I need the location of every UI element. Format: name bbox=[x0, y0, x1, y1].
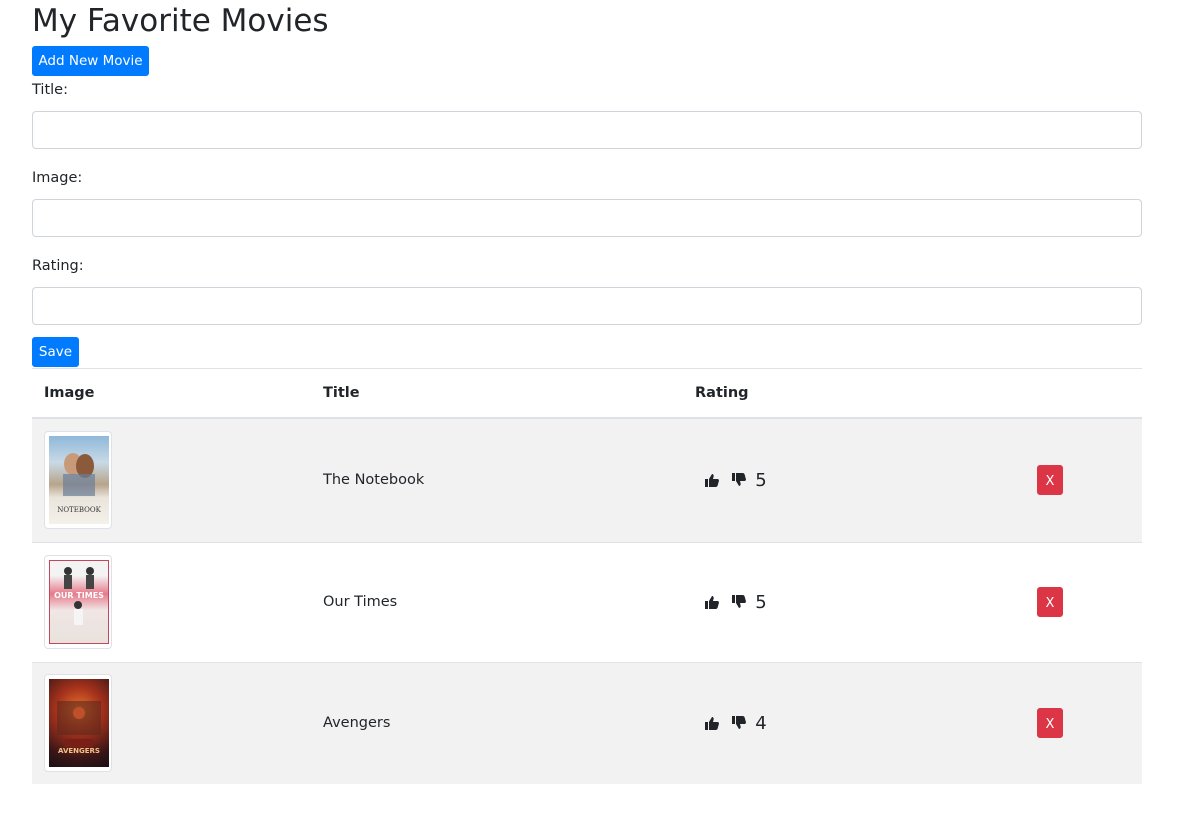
rating-label: Rating: bbox=[32, 258, 84, 274]
poster-caption: OUR TIMES bbox=[54, 591, 104, 600]
page-title: My Favorite Movies bbox=[32, 3, 329, 39]
save-wrap: Save bbox=[32, 337, 1142, 367]
rating-cell: 4 bbox=[683, 662, 993, 784]
title-input[interactable] bbox=[32, 111, 1142, 149]
thumbs-down-icon[interactable] bbox=[731, 715, 747, 731]
rating-value: 4 bbox=[755, 712, 767, 734]
title-form-group: Title: bbox=[32, 81, 1142, 149]
title-cell: Avengers bbox=[323, 715, 391, 732]
rating-cell: 5 bbox=[683, 418, 993, 542]
delete-button[interactable]: X bbox=[1037, 708, 1063, 739]
thumbs-up-icon[interactable] bbox=[704, 472, 720, 488]
rating-value: 5 bbox=[755, 591, 767, 613]
rating-value: 5 bbox=[755, 469, 767, 491]
image-form-group: Image: bbox=[32, 169, 1142, 237]
thumbs-up-icon[interactable] bbox=[704, 594, 720, 610]
image-input[interactable] bbox=[32, 199, 1142, 237]
movies-table-head: Image Title Rating bbox=[32, 368, 1142, 419]
thumbs-up-icon[interactable] bbox=[704, 715, 720, 731]
rating-input[interactable] bbox=[32, 287, 1142, 325]
table-row: AVENGERS Avengers 4 X bbox=[32, 662, 1142, 784]
header-image: Image bbox=[44, 385, 95, 401]
title-label: Title: bbox=[32, 82, 68, 98]
header-actions bbox=[993, 369, 1142, 419]
table-row: OUR TIMES Our Times 5 X bbox=[32, 542, 1142, 662]
actions-cell: X bbox=[993, 418, 1142, 542]
header-title: Title bbox=[323, 385, 360, 401]
movie-form: Title: Image: Rating: Save bbox=[32, 81, 1142, 367]
actions-cell: X bbox=[993, 542, 1142, 662]
thumbs-down-icon[interactable] bbox=[731, 472, 747, 488]
delete-button[interactable]: X bbox=[1037, 465, 1063, 496]
app-container: My Favorite Movies Add New Movie Title: … bbox=[32, 0, 1142, 784]
poster-frame: OUR TIMES bbox=[44, 555, 112, 649]
add-new-movie-button[interactable]: Add New Movie bbox=[32, 46, 149, 76]
poster-caption: AVENGERS bbox=[58, 747, 100, 756]
image-cell: NOTEBOOK bbox=[32, 418, 311, 542]
actions-cell: X bbox=[993, 662, 1142, 784]
title-cell: Our Times bbox=[323, 594, 398, 610]
poster-frame: NOTEBOOK bbox=[44, 431, 112, 530]
poster-the-notebook: NOTEBOOK bbox=[49, 436, 109, 525]
thumbs-down-icon[interactable] bbox=[731, 594, 747, 610]
poster-caption: NOTEBOOK bbox=[57, 506, 101, 515]
rating-cell: 5 bbox=[683, 542, 993, 662]
poster-our-times: OUR TIMES bbox=[49, 560, 109, 644]
image-cell: OUR TIMES bbox=[32, 542, 311, 662]
header-rating: Rating bbox=[695, 385, 749, 401]
poster-frame: AVENGERS bbox=[44, 674, 112, 773]
movies-table: Image Title Rating NOTEBOOK The Notebook… bbox=[32, 368, 1142, 784]
poster-avengers: AVENGERS bbox=[49, 679, 109, 768]
image-label: Image: bbox=[32, 170, 83, 186]
delete-button[interactable]: X bbox=[1037, 587, 1063, 617]
title-cell: The Notebook bbox=[323, 472, 425, 489]
table-row: NOTEBOOK The Notebook 5 X bbox=[32, 418, 1142, 542]
rating-form-group: Rating: bbox=[32, 257, 1142, 325]
movies-table-body: NOTEBOOK The Notebook 5 X OUR TIMES Our … bbox=[32, 418, 1142, 784]
header-row: Image Title Rating bbox=[32, 368, 1142, 419]
image-cell: AVENGERS bbox=[32, 662, 311, 784]
save-button[interactable]: Save bbox=[32, 337, 79, 367]
